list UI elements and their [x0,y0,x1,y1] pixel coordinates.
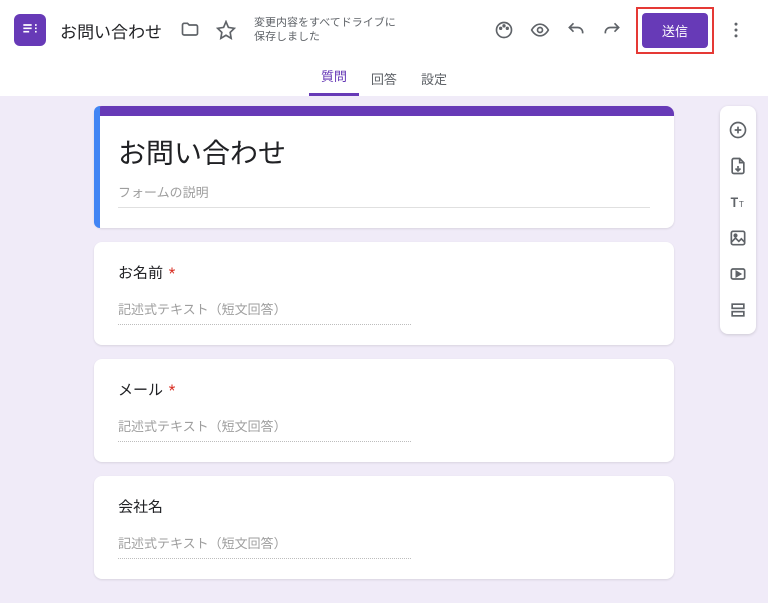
answer-hint: 記述式テキスト（短文回答） [118,299,411,325]
palette-icon[interactable] [492,18,516,42]
star-icon[interactable] [214,18,238,42]
form-title[interactable]: お問い合わせ [118,132,650,172]
question-title[interactable]: メール * [118,379,650,400]
send-button[interactable]: 送信 [642,13,708,48]
add-title-icon[interactable]: TT [720,184,756,220]
form-title-card[interactable]: お問い合わせ フォームの説明 [94,106,674,228]
form-canvas: お問い合わせ フォームの説明 お名前 * 記述式テキスト（短文回答） メール *… [0,96,768,603]
forms-logo[interactable] [14,14,46,46]
answer-hint: 記述式テキスト（短文回答） [118,533,411,559]
undo-icon[interactable] [564,18,588,42]
required-mark: * [169,381,175,399]
form-description[interactable]: フォームの説明 [118,182,650,208]
app-header: お問い合わせ 変更内容をすべてドライブに保存しました 送信 [0,0,768,60]
answer-hint: 記述式テキスト（短文回答） [118,416,411,442]
svg-text:T: T [739,200,744,210]
question-card[interactable]: 会社名 記述式テキスト（短文回答） [94,476,674,579]
add-question-icon[interactable] [720,112,756,148]
tab-settings[interactable]: 設定 [409,61,459,96]
question-card[interactable]: お名前 * 記述式テキスト（短文回答） [94,242,674,345]
send-button-highlight: 送信 [636,7,714,54]
question-title-text: 会社名 [118,498,163,516]
add-video-icon[interactable] [720,256,756,292]
question-title-text: お名前 [118,264,163,282]
document-title[interactable]: お問い合わせ [60,18,162,43]
editor-tabs: 質問 回答 設定 [0,60,768,96]
required-mark: * [169,264,175,282]
tab-responses[interactable]: 回答 [359,61,409,96]
folder-icon[interactable] [178,18,202,42]
save-status-text: 変更内容をすべてドライブに保存しました [254,16,404,45]
question-title-text: メール [118,381,163,399]
question-title[interactable]: 会社名 [118,496,650,517]
svg-text:T: T [731,196,739,211]
more-icon[interactable] [724,18,748,42]
add-section-icon[interactable] [720,292,756,328]
preview-icon[interactable] [528,18,552,42]
floating-toolbar: TT [720,106,756,334]
question-card[interactable]: メール * 記述式テキスト（短文回答） [94,359,674,462]
redo-icon[interactable] [600,18,624,42]
add-image-icon[interactable] [720,220,756,256]
tab-questions[interactable]: 質問 [309,58,359,96]
question-title[interactable]: お名前 * [118,262,650,283]
import-questions-icon[interactable] [720,148,756,184]
